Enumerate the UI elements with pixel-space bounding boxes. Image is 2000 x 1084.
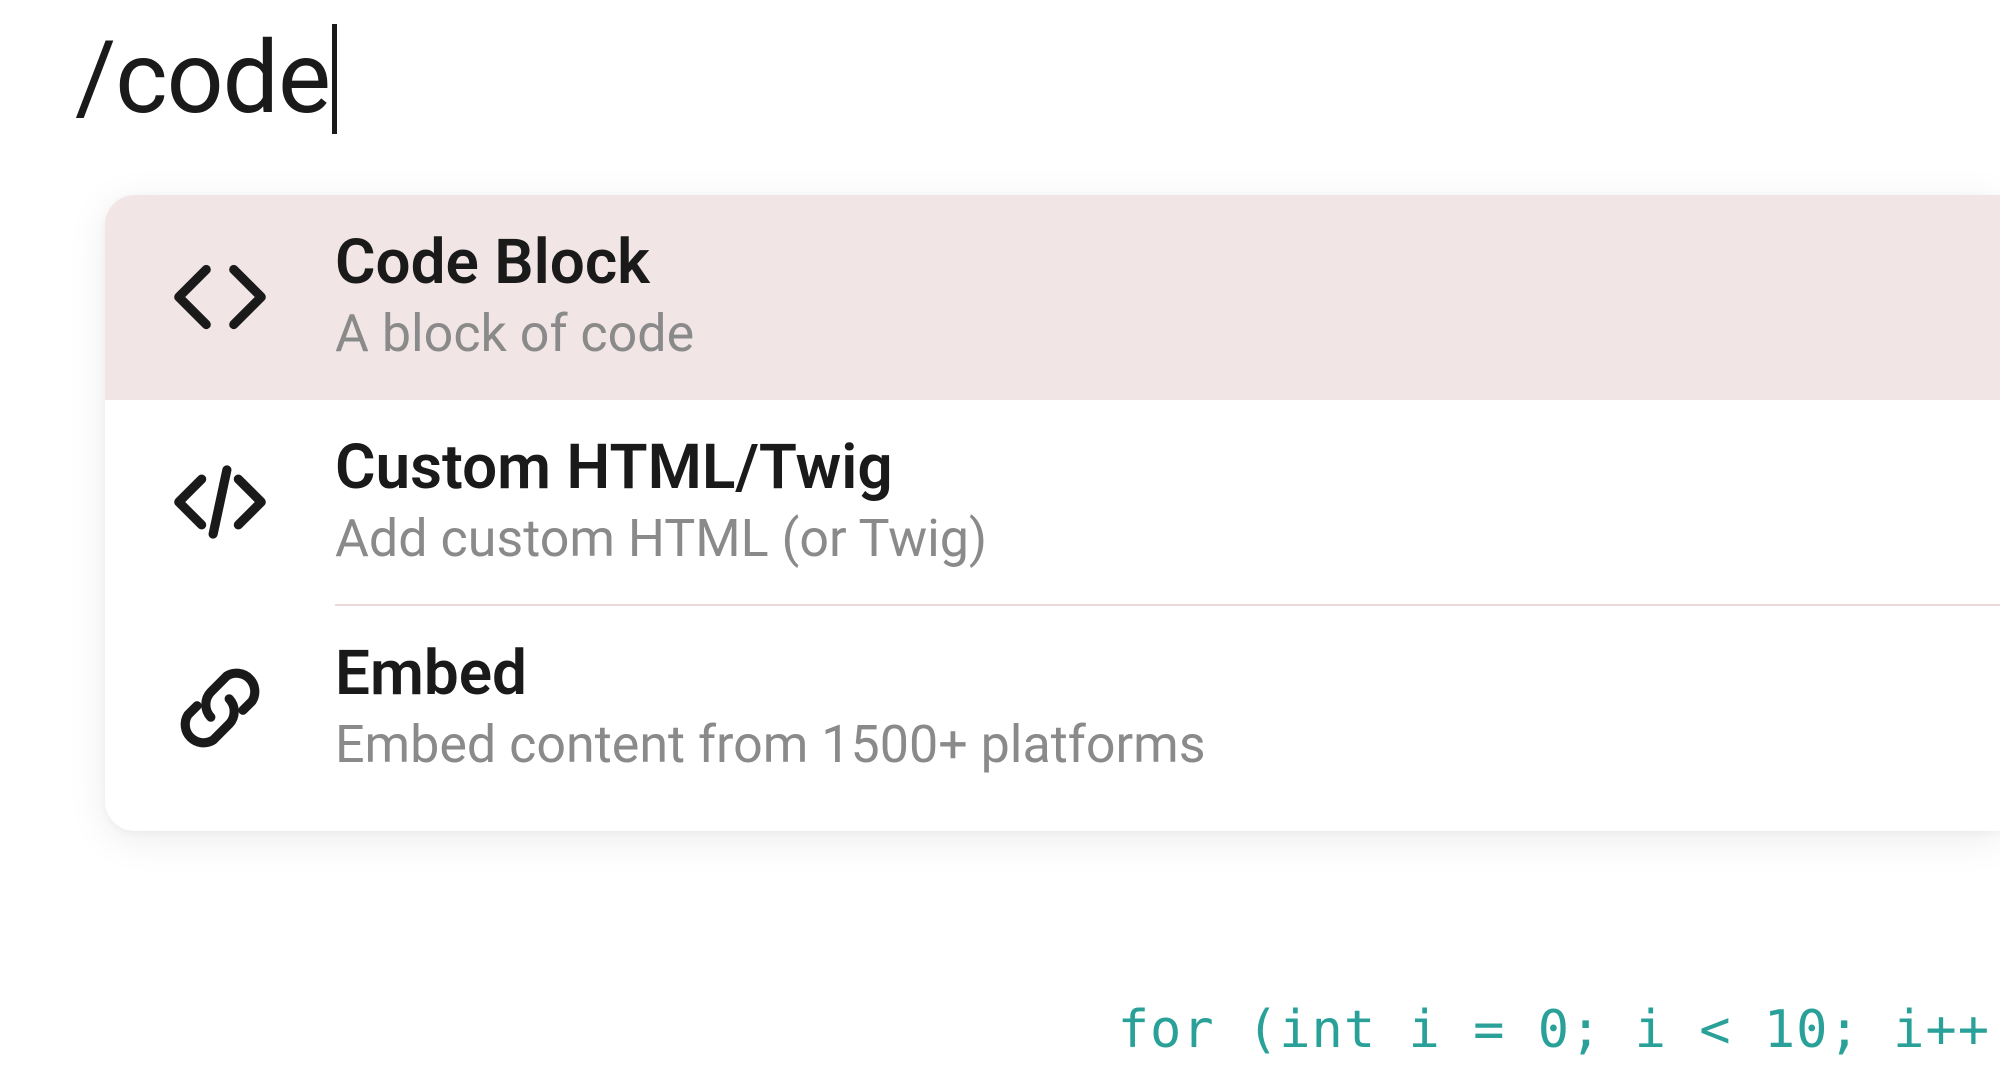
code-slash-icon (165, 447, 275, 557)
menu-item-desc: Embed content from 1500+ platforms (335, 714, 1206, 776)
slash-command-menu: Code Block A block of code Custom HTML/T… (105, 195, 2000, 831)
menu-item-code-block[interactable]: Code Block A block of code (105, 195, 2000, 400)
slash-command-input[interactable]: /code (75, 20, 337, 137)
text-cursor (332, 24, 337, 134)
menu-item-title: Custom HTML/Twig (335, 434, 987, 502)
menu-item-text: Embed Embed content from 1500+ platforms (335, 640, 1206, 777)
menu-item-title: Code Block (335, 229, 694, 297)
menu-item-custom-html-twig[interactable]: Custom HTML/Twig Add custom HTML (or Twi… (105, 400, 2000, 605)
slash-command-text: /code (75, 20, 330, 137)
menu-item-text: Code Block A block of code (335, 229, 694, 366)
link-icon (165, 653, 275, 763)
menu-item-desc: Add custom HTML (or Twig) (335, 508, 987, 570)
menu-item-embed[interactable]: Embed Embed content from 1500+ platforms (105, 606, 2000, 811)
menu-item-desc: A block of code (335, 303, 694, 365)
angle-brackets-icon (165, 242, 275, 352)
menu-item-title: Embed (335, 640, 1206, 708)
menu-item-text: Custom HTML/Twig Add custom HTML (or Twi… (335, 434, 987, 571)
background-code-line: for (int i = 0; i < 10; i++ (0, 1000, 2000, 1060)
